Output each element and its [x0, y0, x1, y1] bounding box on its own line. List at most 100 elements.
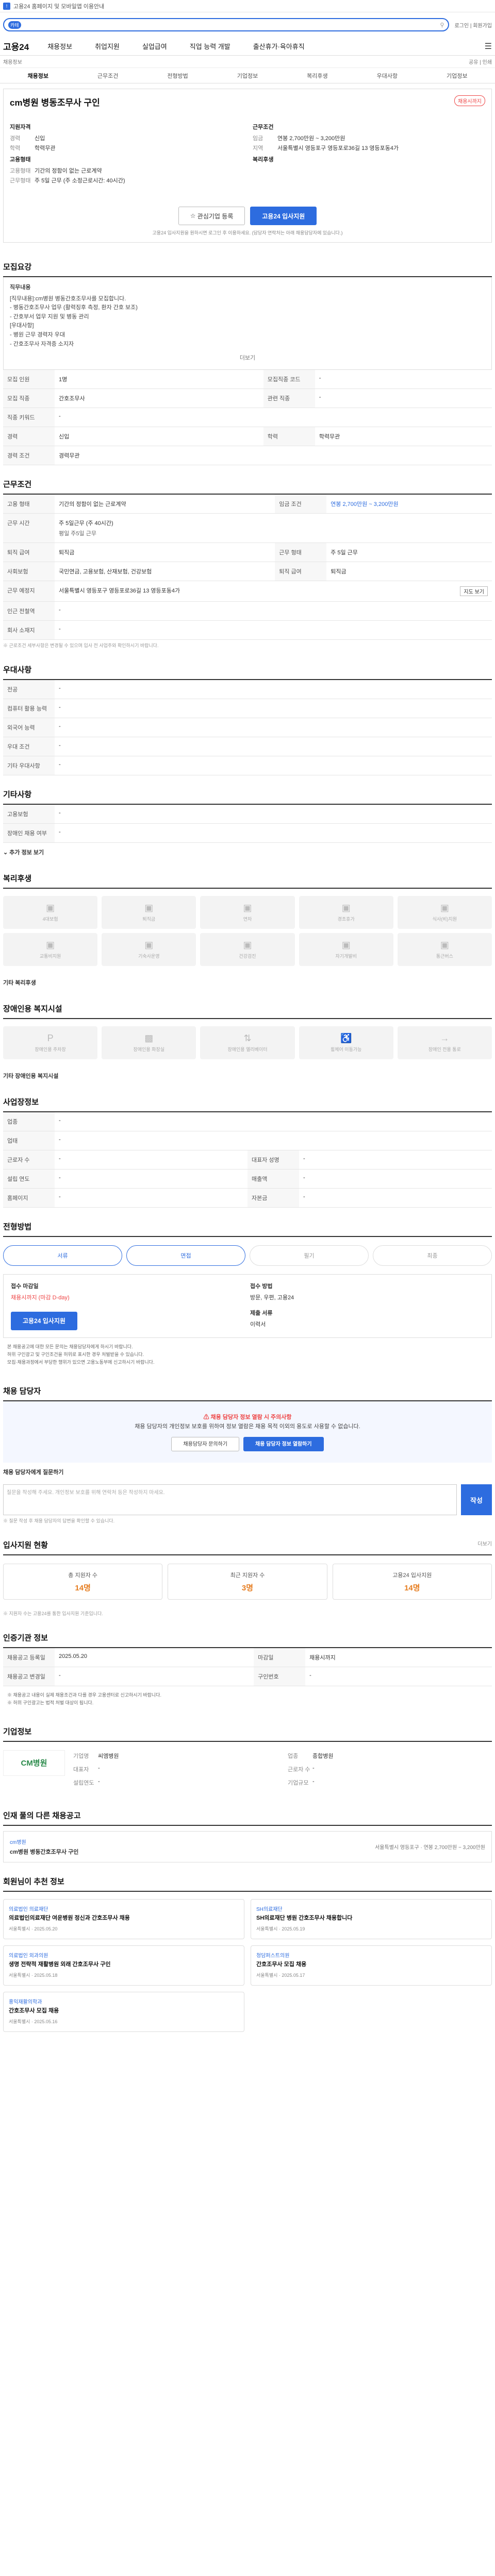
th: 업태 [3, 1131, 55, 1150]
table-row: 직종 키워드 - [3, 408, 492, 427]
welfare-icon: ▣ [144, 939, 154, 950]
step-item: 최종 [373, 1245, 492, 1266]
etc-more[interactable]: ⌄ 추가 정보 보기 [3, 843, 492, 859]
tab-item[interactable]: 전형방법 [143, 72, 212, 80]
question-input[interactable]: 질문을 작성해 주세요. 개인정보 보호를 위해 연락처 등은 작성하지 마세요… [3, 1484, 457, 1516]
td: 경력무관 [55, 446, 492, 465]
nav-item[interactable]: 실업급여 [142, 41, 167, 51]
nav-item[interactable]: 직업 능력 개발 [190, 41, 230, 51]
th: 퇴직 급여 [275, 562, 327, 581]
th: 근무 예정지 [3, 581, 55, 602]
disabled-etc: 기타 장애인용 복지시설 [3, 1073, 59, 1079]
facility-label: 장애인용 주차장 [35, 1046, 66, 1052]
table-row: 근무 시간 주 5일근무 (주 40시간) 평일 주5일 근무 [3, 513, 492, 543]
facility-item: ⇅ 장애인용 엘리베이터 [200, 1026, 295, 1059]
apply-button-2[interactable]: 고용24 입사지원 [11, 1311, 77, 1330]
td: - [55, 718, 492, 737]
step-item: 면접 [126, 1245, 245, 1266]
table-row: 채용공고 등록일 2025.05.20 마감일 채용시까지 [3, 1648, 492, 1668]
table-row: 모집 인원 1명 모집직종 코드 - [3, 369, 492, 389]
kv-key: 고용형태 [10, 168, 31, 174]
td: - [55, 699, 492, 718]
other-job-card[interactable]: cm병원 cm병원 병동간호조무사 구인 서울특별시 영등포구 · 연봉 2,7… [3, 1831, 492, 1862]
apply-docs-head: 제출 서류 [250, 1310, 273, 1316]
tab-item[interactable]: 기업정보 [422, 72, 492, 80]
section-title: 복리후생 [3, 873, 492, 889]
warning-text: 채용 담당자의 개인정보 보호를 위하여 정보 열람은 채용 목적 이외의 용도… [135, 1423, 360, 1430]
td: - [55, 1131, 492, 1150]
td: - [55, 1667, 254, 1687]
top-notice[interactable]: 고용24 홈페이지 및 모바일앱 이용안내 [13, 2, 104, 10]
tab-item[interactable]: 우대사항 [352, 72, 422, 80]
td: - [315, 388, 492, 408]
kv-key: 기업명 [73, 1753, 89, 1759]
welfare-icon: ▣ [243, 939, 252, 950]
td: - [305, 1667, 492, 1687]
rec-title: 간호조무사 모집 채용 [9, 2007, 59, 2014]
rec-company: 청담퍼스트의원 [256, 1953, 290, 1959]
search-input[interactable]: 카테 ⚲ [3, 18, 450, 31]
path-icon: → [440, 1032, 450, 1043]
welfare-item: ▣ 퇴직금 [102, 895, 196, 929]
welfare-label: 기숙사운영 [138, 953, 160, 959]
tab-item[interactable]: 근무조건 [73, 72, 142, 80]
work-hours: 주 5일근무 (주 40시간) [59, 520, 113, 527]
recommend-card[interactable]: 의료법인 의료재단 의료법인의료재단 여운병원 정신과 간호조무사 채용 서울특별시… [3, 1899, 244, 1939]
welfare-icon: ▣ [144, 902, 154, 913]
recommend-section: 회원님이 추천 정보 의료법인 의료재단 의료법인의료재단 여운병원 정신과 간호… [3, 1862, 492, 2039]
desc-head: 직무내용 [10, 284, 31, 291]
tab-item[interactable]: 기업정보 [212, 72, 282, 80]
table-row: 고용보험 - [3, 804, 492, 824]
nav-item[interactable]: 출산휴가·육아휴직 [253, 41, 305, 51]
tab-item[interactable]: 채용정보 [3, 72, 73, 80]
search-icon[interactable]: ⚲ [440, 22, 444, 28]
contact-warning: ⚠ 채용 담당자 정보 열람 시 주의사항 채용 담당자의 개인정보 보호를 위… [3, 1401, 492, 1463]
welfare-icon: ▣ [341, 902, 351, 913]
welfare-item: ▣ 4대보험 [3, 895, 98, 929]
recommend-card[interactable]: 청담퍼스트의원 간호조무사 모집 채용 서울특별시 · 2025.05.17 [251, 1945, 492, 1986]
contact-section: 채용 담당자 ⚠ 채용 담당자 정보 열람 시 주의사항 채용 담당자의 개인정… [3, 1372, 492, 1526]
map-button[interactable]: 지도 보기 [460, 586, 488, 596]
kv-key: 기업규모 [288, 1780, 309, 1786]
section-title: 인재 풀의 다른 채용공고 [3, 1810, 492, 1826]
contact-inquiry-button[interactable]: 채용담당자 문의하기 [171, 1437, 240, 1452]
stat-value: 14명 [404, 1583, 420, 1592]
recommend-card[interactable]: 의료법인 외과의원 생명 전략적 재활병원 외래 간호조무사 구인 서울특별시 · … [3, 1945, 244, 1986]
td: - [55, 737, 492, 756]
util-links[interactable]: 로그인 | 회원가입 [454, 21, 492, 29]
rec-meta: 서울특별시 · 2025.05.19 [256, 1926, 305, 1931]
nav-item[interactable]: 취업지원 [95, 41, 120, 51]
td: - [299, 1169, 492, 1189]
share-print[interactable]: 공유 | 인쇄 [469, 58, 492, 65]
work-hint: ※ 근로조건 세부사항은 변경될 수 있으며 입사 전 사업주와 확인하시기 바… [3, 642, 159, 648]
status-more[interactable]: 더보기 [477, 1539, 492, 1547]
table-row: 우대 조건 - [3, 737, 492, 756]
welfare-section: 복리후생 ▣ 4대보험 ▣ 퇴직금 ▣ 연차 ▣ 경조휴가 ▣ 식사(비)지원 ▣ 교통비지… [3, 859, 492, 990]
menu-icon[interactable]: ☰ [485, 41, 492, 52]
recommend-card[interactable]: SH의료재단 SH의료재단 병원 간호조무사 채용합니다 서울특별시 · 2025.… [251, 1899, 492, 1939]
kv-value: 서울특별시 영등포구 영등포로36길 13 영등포동4가 [277, 145, 399, 151]
page-footer [0, 2039, 495, 2060]
save-company-button[interactable]: ☆ 관심기업 등록 [178, 207, 245, 225]
recommend-card[interactable]: 홍익재활의학과 간호조무사 모집 채용 서울특별시 · 2025.05.16 [3, 1991, 244, 2032]
th: 채용공고 변경일 [3, 1667, 55, 1687]
welfare-icon: ▣ [440, 902, 449, 913]
contact-view-button[interactable]: 채용 담당자 정보 열람하기 [243, 1437, 324, 1452]
step-item: 서류 [3, 1245, 122, 1266]
td: - [55, 1112, 492, 1131]
nav-item[interactable]: 채용정보 [47, 41, 72, 51]
tab-item[interactable]: 복리후생 [283, 72, 352, 80]
site-logo[interactable]: 고용24 [3, 40, 29, 53]
apply-button[interactable]: 고용24 입사지원 [250, 207, 317, 225]
question-submit-button[interactable]: 작성 [461, 1484, 492, 1516]
more-button[interactable]: 더보기 [10, 354, 485, 363]
welfare-icon: ▣ [46, 939, 55, 950]
td: 주 5일근무 (주 40시간) 평일 주5일 근무 [55, 513, 492, 543]
td: - [299, 1150, 492, 1170]
welfare-label: 4대보험 [42, 916, 58, 922]
welfare-head: 복리후생 [253, 157, 274, 163]
cond-head: 근무조건 [253, 124, 274, 130]
other-meta: 서울특별시 영등포구 · 연봉 2,700만원 ~ 3,200만원 [375, 1844, 485, 1851]
warning-title: ⚠ 채용 담당자 정보 열람 시 주의사항 [14, 1413, 481, 1422]
breadcrumb-left[interactable]: 채용정보 [3, 58, 22, 65]
